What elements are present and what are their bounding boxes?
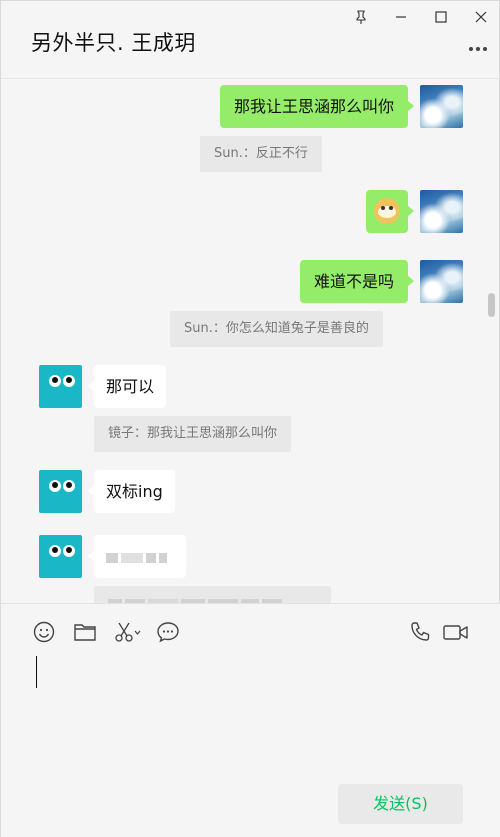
- folder-icon[interactable]: [73, 620, 97, 644]
- avatar[interactable]: [39, 535, 82, 578]
- more-dots-icon[interactable]: [467, 41, 489, 57]
- window-controls: [351, 7, 491, 27]
- video-call-icon[interactable]: [442, 620, 470, 644]
- message-bubble[interactable]: 双标ing: [88, 470, 175, 513]
- avatar[interactable]: [39, 365, 82, 408]
- message-row-incoming: [39, 535, 186, 578]
- chat-history-icon[interactable]: [156, 620, 180, 644]
- message-bubble-redacted[interactable]: [88, 535, 186, 578]
- message-row-incoming: 双标ing: [39, 470, 175, 513]
- chat-window: 另外半只. 王成玥 那我让王思涵那么叫你 Sun.：反正不行 难道不是吗 Sun…: [0, 0, 500, 837]
- avatar[interactable]: [420, 190, 463, 233]
- pin-icon[interactable]: [351, 7, 371, 27]
- avatar[interactable]: [420, 85, 463, 128]
- message-bubble[interactable]: 那我让王思涵那么叫你: [219, 85, 415, 128]
- message-bubble[interactable]: 难道不是吗: [299, 260, 415, 303]
- voice-call-icon[interactable]: [408, 620, 432, 644]
- chat-title: 另外半只. 王成玥: [31, 31, 196, 55]
- message-row-outgoing: 难道不是吗: [299, 260, 463, 303]
- quoted-reply[interactable]: Sun.：反正不行: [200, 136, 322, 172]
- doge-emoji-icon: [374, 198, 400, 224]
- quoted-reply-redacted[interactable]: [94, 586, 331, 603]
- scrollbar-thumb[interactable]: [488, 293, 495, 317]
- screenshot-icon[interactable]: [114, 620, 142, 644]
- message-row-outgoing: 那我让王思涵那么叫你: [219, 85, 463, 128]
- quoted-reply[interactable]: 镜子：那我让王思涵那么叫你: [94, 416, 292, 452]
- message-bubble-emoji[interactable]: [366, 190, 414, 233]
- title-bar: 另外半只. 王成玥: [1, 1, 500, 79]
- minimize-icon[interactable]: [391, 7, 411, 27]
- message-input[interactable]: [25, 652, 475, 772]
- text-cursor: [36, 656, 37, 688]
- message-row-incoming: 那可以: [39, 365, 167, 408]
- close-icon[interactable]: [471, 7, 491, 27]
- quoted-reply[interactable]: Sun.：你怎么知道兔子是善良的: [170, 311, 383, 347]
- maximize-icon[interactable]: [431, 7, 451, 27]
- avatar[interactable]: [420, 260, 463, 303]
- emoji-icon[interactable]: [32, 620, 56, 644]
- message-row-outgoing: [366, 190, 463, 233]
- send-button[interactable]: 发送(S): [338, 784, 463, 824]
- avatar[interactable]: [39, 470, 82, 513]
- composer: 发送(S): [1, 603, 500, 837]
- message-bubble[interactable]: 那可以: [87, 365, 167, 408]
- message-list[interactable]: 那我让王思涵那么叫你 Sun.：反正不行 难道不是吗 Sun.：你怎么知道兔子是…: [1, 80, 500, 603]
